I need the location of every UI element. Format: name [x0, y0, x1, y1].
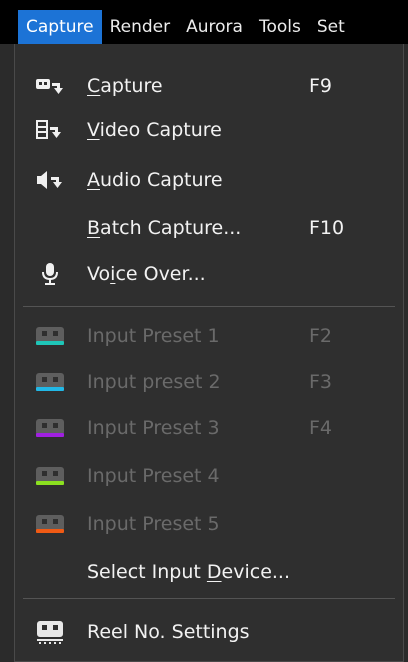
input-preset-icon [35, 370, 65, 394]
menu-item-label: Reel No. Settings [87, 621, 250, 643]
input-preset-icon [35, 512, 65, 536]
menubar-capture[interactable]: Capture [18, 10, 102, 44]
menu-item-label: Capture [87, 75, 163, 97]
video-capture-icon [35, 118, 65, 142]
shortcut-label: F2 [309, 325, 333, 347]
menu-item-input-preset-5[interactable]: Input Preset 5 [15, 502, 403, 546]
menubar-render[interactable]: Render [102, 10, 179, 44]
capture-icon [35, 74, 65, 98]
input-preset-icon [35, 324, 65, 348]
shortcut-label: F9 [309, 75, 333, 97]
menu-item-label: Batch Capture... [87, 217, 242, 239]
menu-item-label: Input Preset 1 [87, 325, 220, 347]
menubar-tools[interactable]: Tools [251, 10, 309, 44]
menu-separator [23, 598, 395, 599]
menu-item-input-preset-4[interactable]: Input Preset 4 [15, 454, 403, 498]
menu-item-video-capture[interactable]: Video Capture [15, 108, 403, 152]
menu-item-select-input-device[interactable]: Select Input Device... [15, 550, 403, 594]
microphone-icon [35, 262, 65, 286]
shortcut-label: F3 [309, 371, 333, 393]
menu-item-label: Select Input Device... [87, 561, 291, 583]
menu-item-voice-over[interactable]: Voice Over... [15, 252, 403, 296]
menu-item-audio-capture[interactable]: Audio Capture [15, 158, 403, 202]
menu-item-label: Input Preset 3 [87, 417, 220, 439]
menu-item-label: Voice Over... [87, 263, 206, 285]
input-preset-icon [35, 464, 65, 488]
menu-item-input-preset-1[interactable]: Input Preset 1 F2 [15, 314, 403, 358]
menu-separator [23, 306, 395, 307]
menu-item-capture[interactable]: Capture F9 [15, 64, 403, 108]
menu-item-reel-no-settings[interactable]: Reel No. Settings [15, 610, 403, 654]
menu-item-label: Audio Capture [87, 169, 223, 191]
menubar-aurora[interactable]: Aurora [178, 10, 251, 44]
menu-item-label: Video Capture [87, 119, 222, 141]
menu-item-batch-capture[interactable]: Batch Capture... F10 [15, 206, 403, 250]
input-preset-icon [35, 416, 65, 440]
audio-capture-icon [35, 168, 65, 192]
menu-item-input-preset-2[interactable]: Input preset 2 F3 [15, 360, 403, 404]
menu-item-label: Input Preset 5 [87, 513, 220, 535]
capture-dropdown-menu: Capture F9 Video Capture Audio Capture B… [14, 44, 404, 662]
reel-settings-icon [35, 620, 65, 644]
shortcut-label: F10 [309, 217, 345, 239]
menu-item-label: Input Preset 4 [87, 465, 220, 487]
menu-item-label: Input preset 2 [87, 371, 221, 393]
menu-item-input-preset-3[interactable]: Input Preset 3 F4 [15, 406, 403, 450]
menubar-settings[interactable]: Set [309, 10, 353, 44]
shortcut-label: F4 [309, 417, 333, 439]
menu-bar: Capture Render Aurora Tools Set [0, 0, 408, 44]
